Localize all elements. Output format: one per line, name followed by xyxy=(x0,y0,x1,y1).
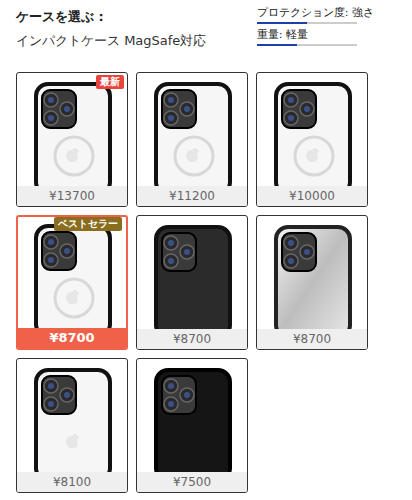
section-title: ケースを選ぶ : xyxy=(16,8,206,26)
case-card[interactable]: ¥13700 最新 xyxy=(16,72,128,207)
price-label: ¥10000 xyxy=(257,186,367,206)
spec-item: 重量: 軽量 xyxy=(257,28,374,46)
case-grid: ¥13700最新¥11200¥10000¥8700ベストセラー¥8700¥870… xyxy=(16,72,396,493)
spec-fill xyxy=(257,44,297,46)
price-label: ¥8700 xyxy=(137,329,247,349)
case-image xyxy=(137,73,247,186)
price-label: ¥7500 xyxy=(137,472,247,492)
case-image xyxy=(17,359,127,472)
spec-track xyxy=(257,22,357,24)
phone-case-icon xyxy=(270,221,354,329)
phone-case-icon xyxy=(30,220,114,328)
case-image xyxy=(18,217,126,328)
price-label: ¥8100 xyxy=(17,472,127,492)
phone-case-icon xyxy=(30,78,114,186)
spec-item: プロテクション度: 強さ xyxy=(257,6,374,24)
case-card[interactable]: ¥8100 xyxy=(16,358,128,493)
case-image xyxy=(137,216,247,329)
case-image xyxy=(257,216,367,329)
phone-case-icon xyxy=(150,78,234,186)
phone-case-icon xyxy=(270,78,354,186)
spec-track xyxy=(257,44,357,46)
phone-case-icon xyxy=(30,364,114,472)
case-card[interactable]: ¥10000 xyxy=(256,72,368,207)
price-label: ¥13700 xyxy=(17,186,127,206)
card-badge: 最新 xyxy=(96,75,124,89)
case-card[interactable]: ¥8700 xyxy=(136,215,248,350)
price-label: ¥11200 xyxy=(137,186,247,206)
case-image xyxy=(17,73,127,186)
product-name: インパクトケース MagSafe対応 xyxy=(16,32,206,50)
card-badge: ベストセラー xyxy=(54,217,122,231)
case-card[interactable]: ¥7500 xyxy=(136,358,248,493)
spec-fill xyxy=(257,22,307,24)
spec-list: プロテクション度: 強さ重量: 軽量 xyxy=(257,6,374,46)
price-label: ¥8700 xyxy=(18,328,126,348)
phone-case-icon xyxy=(150,364,234,472)
case-image xyxy=(137,359,247,472)
spec-label: プロテクション度: 強さ xyxy=(257,6,374,20)
phone-case-icon xyxy=(150,221,234,329)
spec-label: 重量: 軽量 xyxy=(257,28,374,42)
case-card[interactable]: ¥8700 ベストセラー xyxy=(16,215,128,350)
price-label: ¥8700 xyxy=(257,329,367,349)
case-image xyxy=(257,73,367,186)
case-card[interactable]: ¥11200 xyxy=(136,72,248,207)
case-card[interactable]: ¥8700 xyxy=(256,215,368,350)
